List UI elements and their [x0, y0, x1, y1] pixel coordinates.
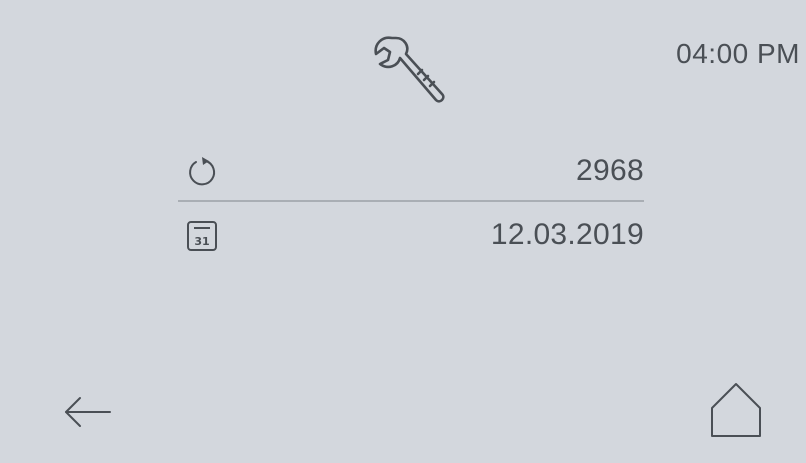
cycles-row: 2968	[178, 146, 644, 198]
row-divider	[178, 200, 644, 202]
date-value: 12.03.2019	[490, 218, 644, 251]
calendar-day-label: 31	[194, 235, 209, 248]
home-button[interactable]	[708, 380, 764, 440]
wrench-icon	[374, 36, 445, 103]
cycle-count-value: 2968	[576, 154, 644, 187]
back-button[interactable]	[62, 392, 114, 432]
home-icon	[711, 383, 761, 437]
calendar-icon: 31	[187, 221, 217, 251]
date-row: 31 12.03.2019	[178, 210, 644, 262]
clock: 04:00 PM	[676, 38, 800, 69]
arrow-left-icon	[65, 397, 111, 427]
cycle-refresh-icon	[189, 157, 216, 186]
